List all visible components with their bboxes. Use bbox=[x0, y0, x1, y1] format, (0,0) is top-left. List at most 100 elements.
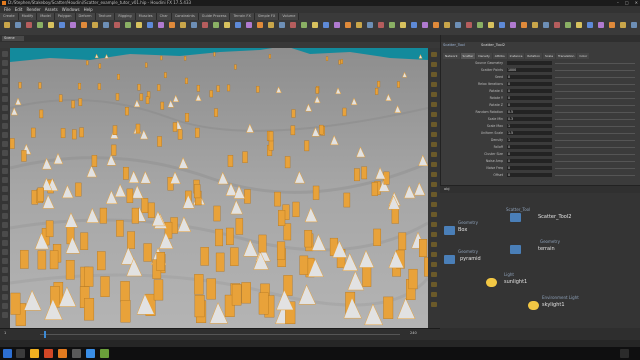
start-frame[interactable]: 1 bbox=[4, 331, 6, 335]
left-tool-button[interactable] bbox=[2, 177, 8, 183]
param-slider[interactable] bbox=[555, 98, 635, 99]
shelf-tool-icon[interactable] bbox=[455, 22, 461, 28]
display-option-button[interactable] bbox=[431, 102, 437, 107]
network-editor[interactable]: Scatter_Tool Scatter_Tool2 Geometry Box … bbox=[440, 193, 640, 328]
param-slider[interactable] bbox=[555, 126, 635, 127]
shelf-tool-icon[interactable] bbox=[103, 22, 109, 28]
left-tool-button[interactable] bbox=[2, 60, 8, 66]
app-icon[interactable] bbox=[100, 349, 109, 358]
shelf-tool-icon[interactable] bbox=[312, 22, 318, 28]
shelf-tool-icon[interactable] bbox=[147, 22, 153, 28]
display-option-button[interactable] bbox=[431, 182, 437, 187]
shelf-tool-icon[interactable] bbox=[37, 22, 43, 28]
shelf-tool-icon[interactable] bbox=[158, 22, 164, 28]
shelf-tool-icon[interactable] bbox=[499, 22, 505, 28]
shelf-tab[interactable]: Muscles bbox=[135, 13, 157, 20]
left-tool-button[interactable] bbox=[2, 240, 8, 246]
end-frame[interactable]: 240 bbox=[410, 331, 417, 335]
param-slider[interactable] bbox=[555, 147, 635, 148]
param-value-field[interactable]: 0 bbox=[507, 96, 552, 100]
shelf-tool-icon[interactable] bbox=[334, 22, 340, 28]
left-tool-button[interactable] bbox=[2, 78, 8, 84]
shelf-tool-icon[interactable] bbox=[70, 22, 76, 28]
shelf-tool-icon[interactable] bbox=[444, 22, 450, 28]
playhead[interactable] bbox=[44, 331, 46, 338]
shelf-tool-icon[interactable] bbox=[345, 22, 351, 28]
param-value-field[interactable]: 1.5 bbox=[507, 131, 552, 135]
shelf-tool-icon[interactable] bbox=[400, 22, 406, 28]
left-tool-button[interactable] bbox=[2, 276, 8, 282]
shelf-tool-icon[interactable] bbox=[356, 22, 362, 28]
shelf-tool-icon[interactable] bbox=[367, 22, 373, 28]
param-slider[interactable] bbox=[555, 119, 635, 120]
shelf-tool-icon[interactable] bbox=[576, 22, 582, 28]
param-slider[interactable] bbox=[555, 175, 635, 176]
shelf-tab[interactable]: Terrain FX bbox=[230, 13, 255, 20]
left-tool-button[interactable] bbox=[2, 150, 8, 156]
param-slider[interactable] bbox=[555, 84, 635, 85]
shelf-tool-icon[interactable] bbox=[433, 22, 439, 28]
display-option-button[interactable] bbox=[431, 112, 437, 117]
display-option-button[interactable] bbox=[431, 242, 437, 247]
shelf-tool-icon[interactable] bbox=[323, 22, 329, 28]
display-option-button[interactable] bbox=[431, 92, 437, 97]
left-tool-button[interactable] bbox=[2, 132, 8, 138]
display-option-button[interactable] bbox=[431, 292, 437, 297]
left-tool-button[interactable] bbox=[2, 141, 8, 147]
shelf-tool-icon[interactable] bbox=[466, 22, 472, 28]
param-value-field[interactable]: 0.3 bbox=[507, 117, 552, 121]
shelf-tool-icon[interactable] bbox=[4, 22, 10, 28]
shelf-tool-icon[interactable] bbox=[477, 22, 483, 28]
left-tool-button[interactable] bbox=[2, 159, 8, 165]
left-tool-button[interactable] bbox=[2, 96, 8, 102]
menu-item[interactable]: Assets bbox=[45, 7, 58, 12]
param-tab[interactable]: Network bbox=[443, 53, 460, 59]
display-option-button[interactable] bbox=[431, 202, 437, 207]
left-tool-button[interactable] bbox=[2, 249, 8, 255]
display-option-button[interactable] bbox=[431, 272, 437, 277]
left-tool-button[interactable] bbox=[2, 51, 8, 57]
file-explorer-icon[interactable] bbox=[30, 349, 39, 358]
param-slider[interactable] bbox=[555, 133, 635, 134]
param-tab[interactable]: Scale bbox=[542, 53, 556, 59]
param-value-field[interactable]: 0 bbox=[507, 103, 552, 107]
search-icon[interactable] bbox=[16, 349, 25, 358]
shelf-tool-icon[interactable] bbox=[631, 22, 637, 28]
display-option-button[interactable] bbox=[431, 212, 437, 217]
shelf-tab[interactable]: Modify bbox=[18, 13, 38, 20]
shelf-tool-icon[interactable] bbox=[268, 22, 274, 28]
display-option-button[interactable] bbox=[431, 62, 437, 67]
shelf-tool-icon[interactable] bbox=[48, 22, 54, 28]
shelf-tool-icon[interactable] bbox=[15, 22, 21, 28]
left-tool-button[interactable] bbox=[2, 105, 8, 111]
shelf-tab[interactable]: Model bbox=[37, 13, 55, 20]
param-tab[interactable]: Instance bbox=[507, 53, 525, 59]
shelf-tab[interactable]: Create bbox=[0, 13, 19, 20]
param-value-field[interactable]: 1 bbox=[507, 138, 552, 142]
param-slider[interactable] bbox=[555, 63, 635, 64]
param-value-field[interactable]: 1000 bbox=[507, 68, 552, 72]
shelf-tool-icon[interactable] bbox=[609, 22, 615, 28]
menu-item[interactable]: File bbox=[4, 7, 11, 12]
shelf-tab[interactable]: Simple FX bbox=[254, 13, 280, 20]
shelf-tool-icon[interactable] bbox=[378, 22, 384, 28]
start-icon[interactable] bbox=[3, 349, 12, 358]
shelf-tool-icon[interactable] bbox=[565, 22, 571, 28]
shelf-tool-icon[interactable] bbox=[554, 22, 560, 28]
left-tool-button[interactable] bbox=[2, 204, 8, 210]
param-tab[interactable]: Color bbox=[577, 53, 590, 59]
shelf-tab[interactable]: Char bbox=[156, 13, 172, 20]
display-option-button[interactable] bbox=[431, 122, 437, 127]
shelf-tool-icon[interactable] bbox=[301, 22, 307, 28]
shelf-tool-icon[interactable] bbox=[532, 22, 538, 28]
shelf-tab[interactable]: Guide Process bbox=[198, 13, 231, 20]
display-option-button[interactable] bbox=[431, 302, 437, 307]
param-value-field[interactable]: 0 bbox=[507, 75, 552, 79]
param-value-field[interactable]: 0 bbox=[507, 145, 552, 149]
left-tool-button[interactable] bbox=[2, 267, 8, 273]
shelf-tool-icon[interactable] bbox=[235, 22, 241, 28]
param-value-field[interactable]: 0 bbox=[507, 89, 552, 93]
shelf-tool-icon[interactable] bbox=[114, 22, 120, 28]
left-tool-button[interactable] bbox=[2, 303, 8, 309]
shelf-tab[interactable]: Texture bbox=[95, 13, 116, 20]
